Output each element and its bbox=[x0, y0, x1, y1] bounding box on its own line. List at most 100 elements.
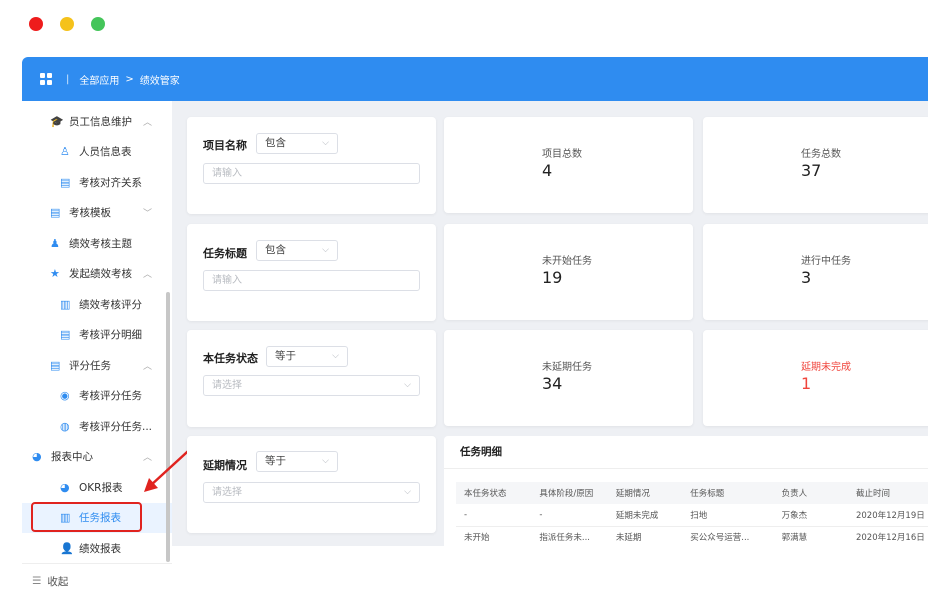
sidebar-item[interactable]: ▤ 考核模板 ﹀ bbox=[22, 198, 172, 228]
column-header[interactable]: 本任务状态 bbox=[456, 482, 532, 504]
graduation-cap-icon: 🎓 bbox=[50, 114, 64, 128]
sidebar-item[interactable]: ▤ 考核对齐关系 bbox=[22, 167, 172, 197]
sidebar-item[interactable]: ◉ 考核评分任务 bbox=[22, 381, 172, 411]
circle-target-icon: ◉ bbox=[60, 389, 70, 402]
sidebar-item-label: 考核模板 bbox=[69, 207, 111, 219]
column-header[interactable]: 具体阶段/原因 bbox=[531, 482, 608, 504]
task-detail-panel: 任务明细 本任务状态 具体阶段/原因 延期情况 任务标题 负责人 截止时间 - … bbox=[444, 436, 928, 546]
column-header[interactable]: 任务标题 bbox=[682, 482, 774, 504]
sidebar-item-label: 报表中心 bbox=[51, 451, 93, 463]
table-cell: 扫地 bbox=[682, 504, 774, 527]
stat-value: 37 bbox=[801, 161, 822, 180]
window-chrome bbox=[0, 0, 928, 52]
breadcrumb-all-apps[interactable]: 全部应用 bbox=[79, 72, 119, 87]
column-header[interactable]: 截止时间 bbox=[847, 482, 928, 504]
minimize-window-button[interactable] bbox=[60, 17, 74, 31]
maximize-window-button[interactable] bbox=[91, 17, 105, 31]
table-cell: - bbox=[531, 504, 608, 527]
input-placeholder: 请选择 bbox=[212, 380, 242, 391]
sidebar-item[interactable]: 👤 绩效报表 bbox=[22, 533, 172, 563]
input-placeholder: 请选择 bbox=[212, 487, 242, 498]
sidebar-collapse-button[interactable]: ☰ 收起 bbox=[22, 563, 172, 598]
stat-value: 4 bbox=[542, 161, 553, 180]
stat-label: 任务总数 bbox=[801, 149, 841, 160]
filter-label: 任务标题 bbox=[203, 247, 247, 260]
sidebar-item[interactable]: ▥ 绩效考核评分 bbox=[22, 289, 172, 319]
sidebar-item[interactable]: ▤ 评分任务 ︿ bbox=[22, 350, 172, 380]
table-cell: 未延期 bbox=[607, 526, 683, 546]
table-cell: 2020年12月16日 bbox=[847, 526, 928, 546]
breadcrumb-current: 绩效管家 bbox=[139, 75, 180, 87]
operator-value: 等于 bbox=[275, 350, 296, 362]
sidebar-item-label: OKR报表 bbox=[79, 481, 123, 494]
sidebar-item[interactable]: 🎓 员工信息维护 ︿ bbox=[22, 106, 172, 136]
sidebar-item[interactable]: ★ 发起绩效考核 ︿ bbox=[22, 259, 172, 289]
sidebar-item-label: 考核评分任务 bbox=[79, 390, 142, 402]
app-topbar: | 全部应用 > 绩效管家 bbox=[22, 57, 928, 101]
sidebar-item-label: 员工信息维护 bbox=[69, 115, 132, 128]
collapse-label: 收起 bbox=[47, 575, 69, 588]
operator-select[interactable]: 等于 ⌵ bbox=[266, 346, 348, 367]
filter-label: 项目名称 bbox=[203, 139, 247, 152]
user-theme-icon: ♟ bbox=[50, 236, 60, 250]
operator-select[interactable]: 等于 ⌵ bbox=[256, 451, 338, 472]
document-icon: ▤ bbox=[50, 358, 61, 372]
operator-select[interactable]: 包含 ⌵ bbox=[256, 240, 338, 261]
chevron-up-icon[interactable]: ︿ bbox=[143, 359, 152, 372]
stat-label: 进行中任务 bbox=[801, 256, 851, 267]
stat-label: 未开始任务 bbox=[542, 256, 592, 267]
sidebar-scrollbar[interactable] bbox=[166, 292, 170, 562]
table-cell: 郭满慧 bbox=[773, 526, 848, 546]
operator-value: 包含 bbox=[265, 244, 286, 256]
chevron-down-icon: ⌵ bbox=[332, 351, 339, 361]
stat-delayed-unfinished: 延期未完成 1 bbox=[703, 330, 928, 426]
table-row[interactable]: 未开始 指派任务未... 未延期 买公众号运营... 郭满慧 2020年12月1… bbox=[456, 526, 928, 546]
sidebar-item-label: 评分任务 bbox=[69, 359, 111, 372]
content-bottom-area bbox=[172, 546, 928, 598]
sidebar-item[interactable]: ▤ 考核评分明细 bbox=[22, 320, 172, 350]
sidebar-item[interactable]: ♙ 人员信息表 bbox=[22, 137, 172, 167]
table-cell: 买公众号运营... bbox=[682, 526, 774, 546]
sidebar-item[interactable]: ♟ 绩效考核主题 bbox=[22, 228, 172, 258]
breadcrumb-arrow: > bbox=[125, 73, 134, 85]
sidebar-item[interactable]: ◍ 考核评分任务... bbox=[22, 411, 172, 441]
stat-value: 34 bbox=[542, 374, 563, 393]
stat-value: 1 bbox=[801, 374, 812, 393]
close-window-button[interactable] bbox=[29, 17, 43, 31]
star-icon: ★ bbox=[50, 267, 60, 280]
table-header-row: 本任务状态 具体阶段/原因 延期情况 任务标题 负责人 截止时间 bbox=[456, 482, 928, 504]
bar-chart-icon: ▥ bbox=[60, 297, 71, 311]
input-placeholder: 请输入 bbox=[212, 168, 242, 179]
sidebar-item-label: 考核对齐关系 bbox=[79, 176, 142, 189]
sidebar-item-label: 考核评分明细 bbox=[79, 329, 142, 341]
document-icon: ▤ bbox=[60, 328, 71, 341]
person-icon: 👤 bbox=[60, 541, 74, 555]
sidebar-item-label: 人员信息表 bbox=[79, 146, 132, 158]
document-icon: ▤ bbox=[60, 175, 71, 189]
apps-grid-icon[interactable] bbox=[40, 73, 52, 85]
project-name-input[interactable]: 请输入 bbox=[203, 163, 420, 184]
user-gear-icon: ♙ bbox=[60, 145, 70, 158]
stat-not-started: 未开始任务 19 bbox=[444, 224, 693, 320]
chevron-up-icon[interactable]: ︿ bbox=[143, 267, 152, 280]
table-cell: 2020年12月19日 bbox=[847, 504, 928, 527]
stat-task-total: 任务总数 37 bbox=[703, 117, 928, 213]
panel-title: 任务明细 bbox=[460, 446, 502, 458]
column-header[interactable]: 负责人 bbox=[773, 482, 848, 504]
highlight-box bbox=[31, 502, 142, 532]
delay-status-select[interactable]: 请选择 ⌵ bbox=[203, 482, 420, 503]
task-title-input[interactable]: 请输入 bbox=[203, 270, 420, 291]
task-status-select[interactable]: 请选择 ⌵ bbox=[203, 375, 420, 396]
stat-in-progress: 进行中任务 3 bbox=[703, 224, 928, 320]
stat-not-delayed: 未延期任务 34 bbox=[444, 330, 693, 426]
filter-project-name: 项目名称 包含 ⌵ 请输入 bbox=[187, 117, 436, 214]
chevron-up-icon[interactable]: ︿ bbox=[143, 115, 152, 128]
filter-task-title: 任务标题 包含 ⌵ 请输入 bbox=[187, 224, 436, 321]
sidebar-item-label: 发起绩效考核 bbox=[69, 268, 132, 280]
chevron-down-icon[interactable]: ﹀ bbox=[143, 206, 152, 219]
task-detail-table: 本任务状态 具体阶段/原因 延期情况 任务标题 负责人 截止时间 - - 延期未… bbox=[456, 482, 928, 546]
table-cell: 万象杰 bbox=[773, 504, 848, 527]
operator-select[interactable]: 包含 ⌵ bbox=[256, 133, 338, 154]
table-row[interactable]: - - 延期未完成 扫地 万象杰 2020年12月19日 bbox=[456, 504, 928, 527]
column-header[interactable]: 延期情况 bbox=[607, 482, 683, 504]
